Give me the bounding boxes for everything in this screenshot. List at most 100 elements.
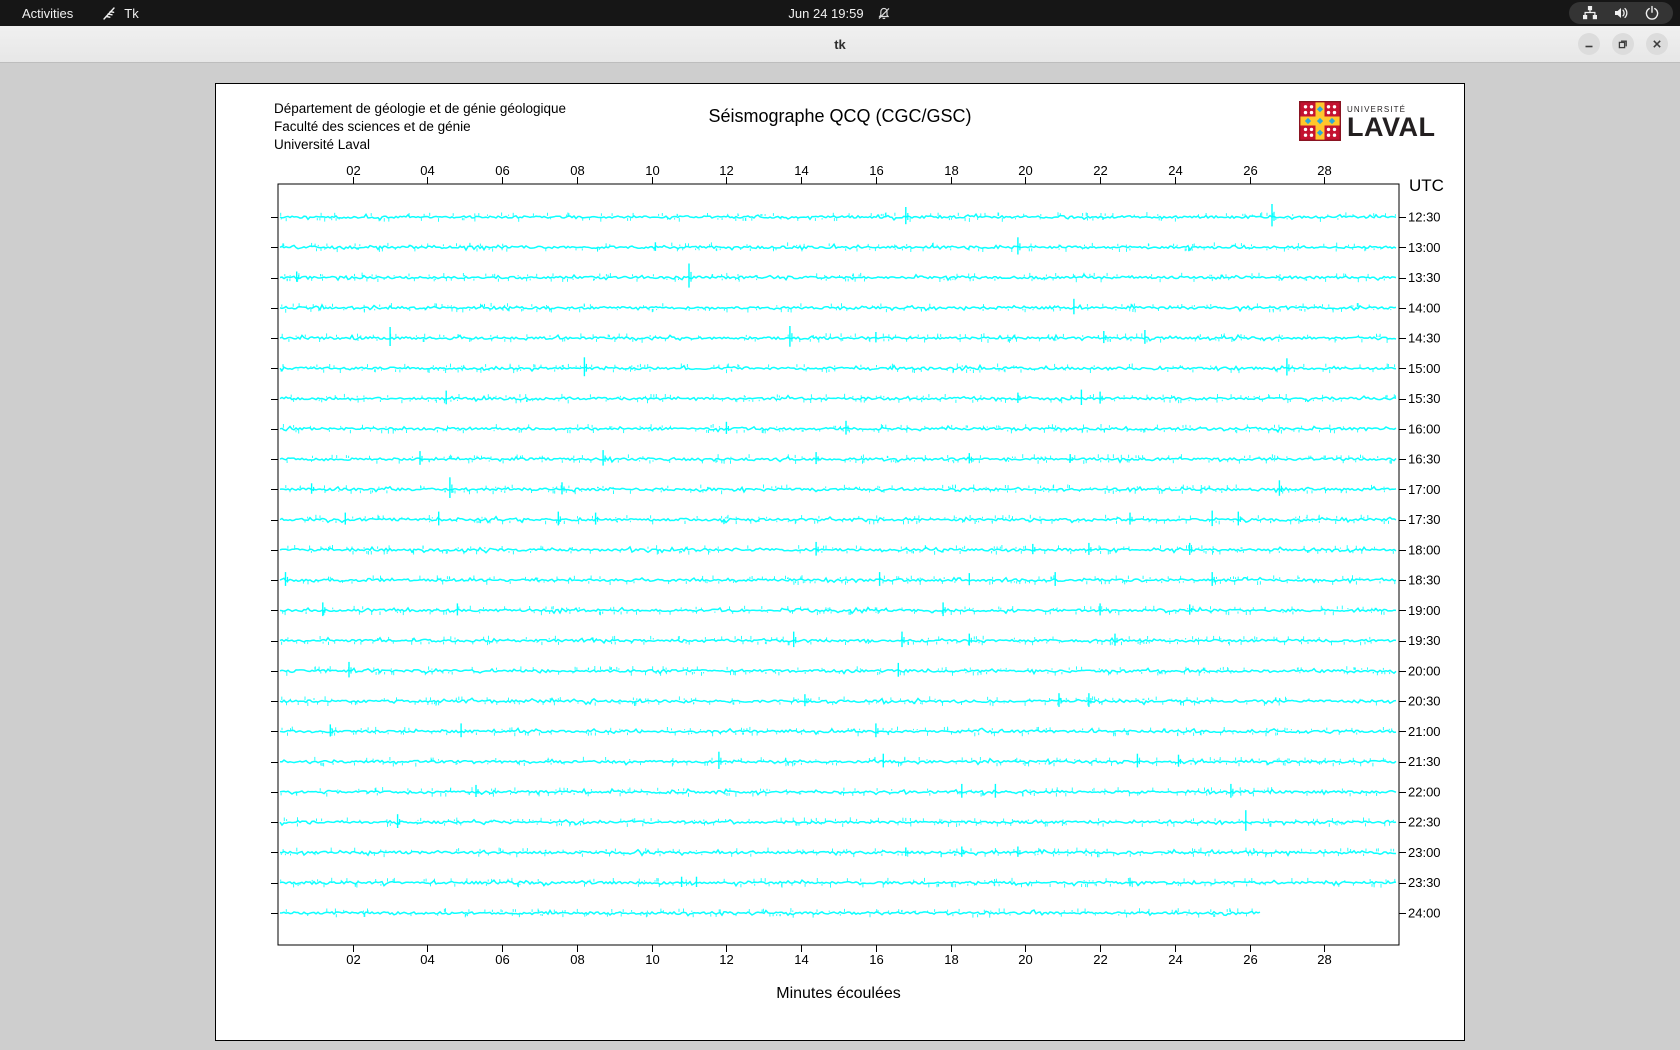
x-tick-label-bottom: 14: [794, 952, 808, 967]
x-tick-label-top: 26: [1243, 163, 1257, 178]
notifications-off-icon: [877, 6, 892, 21]
app-menu[interactable]: Tk: [101, 5, 139, 21]
utc-time-label: 22:00: [1408, 784, 1441, 799]
gnome-top-bar: Activities Tk Jun 24 19:59: [0, 0, 1680, 26]
x-tick-label-bottom: 20: [1018, 952, 1032, 967]
seismic-trace-row: [279, 450, 1397, 466]
utc-time-label: 18:30: [1408, 573, 1441, 588]
x-tick-label-top: 04: [420, 163, 434, 178]
seismic-trace-row: [279, 602, 1397, 617]
seismograph-canvas: Département de géologie et de génie géol…: [215, 83, 1465, 1041]
volume-icon: [1613, 5, 1629, 21]
utc-time-label: 20:30: [1408, 694, 1441, 709]
x-axis-title: Minutes écoulées: [776, 985, 901, 1002]
app-menu-label: Tk: [124, 5, 139, 21]
seismic-trace-row: [279, 420, 1397, 435]
seismic-trace-row: [279, 263, 1397, 288]
maximize-button[interactable]: [1612, 33, 1634, 55]
utc-time-label: 15:00: [1408, 361, 1441, 376]
x-tick-label-bottom: 26: [1243, 952, 1257, 967]
seismic-trace-row: [279, 631, 1397, 648]
seismic-trace-row: [279, 572, 1397, 586]
x-tick-label-top: 10: [645, 163, 659, 178]
seismic-trace-row: [279, 541, 1397, 556]
x-tick-label-bottom: 08: [570, 952, 584, 967]
x-tick-label-bottom: 06: [495, 952, 509, 967]
seismic-trace-row: [279, 326, 1397, 347]
seismograph-plot: 02 02 04 04 06 06 08 08 10 10 12 12 14 14 16 16 18 18 20 20…: [271, 163, 1444, 1002]
seismic-trace-row: [279, 751, 1397, 769]
x-tick-label-bottom: 16: [869, 952, 883, 967]
utc-time-label: 16:30: [1408, 452, 1441, 467]
utc-time-label: 13:00: [1408, 240, 1441, 255]
seismic-trace-row: [279, 204, 1397, 227]
x-tick-label-top: 16: [869, 163, 883, 178]
utc-time-label: 19:00: [1408, 603, 1441, 618]
x-tick-label-bottom: 10: [645, 952, 659, 967]
close-button[interactable]: [1646, 33, 1668, 55]
seismic-trace-row: [279, 783, 1397, 798]
seismic-trace-row: [279, 298, 1397, 315]
x-tick-label-bottom: 02: [346, 952, 360, 967]
x-tick-label-bottom: 28: [1317, 952, 1331, 967]
seismic-trace-row: [279, 389, 1397, 405]
x-tick-label-top: 02: [346, 163, 360, 178]
window-title: tk: [834, 36, 846, 52]
seismic-trace-row: [279, 510, 1397, 527]
seismic-trace-row: [279, 357, 1397, 377]
x-tick-label-top: 12: [719, 163, 733, 178]
utc-time-label: 21:30: [1408, 754, 1441, 769]
desktop: Activities Tk Jun 24 19:59 tk Départemen…: [0, 0, 1680, 1050]
seismic-trace-row: [279, 846, 1396, 858]
seismic-trace-row: [279, 723, 1397, 738]
power-icon: [1644, 5, 1660, 21]
seismic-trace-row: [279, 477, 1397, 498]
clock-menu[interactable]: Jun 24 19:59: [788, 0, 891, 26]
utc-time-label: 23:30: [1408, 875, 1441, 890]
tk-feather-icon: [101, 5, 117, 21]
utc-time-label: 19:30: [1408, 633, 1441, 648]
utc-time-label: 21:00: [1408, 724, 1441, 739]
utc-time-label: 15:30: [1408, 391, 1441, 406]
utc-time-label: 12:30: [1408, 210, 1441, 225]
x-tick-label-bottom: 22: [1093, 952, 1107, 967]
utc-time-label: 18:00: [1408, 542, 1441, 557]
x-tick-label-bottom: 12: [719, 952, 733, 967]
seismic-trace-row: [279, 810, 1397, 831]
utc-time-label: 16:00: [1408, 421, 1441, 436]
x-tick-label-bottom: 24: [1168, 952, 1182, 967]
window-titlebar: tk: [0, 26, 1680, 63]
utc-time-label: 14:30: [1408, 331, 1441, 346]
utc-time-label: 20:00: [1408, 663, 1441, 678]
utc-axis-label: UTC: [1409, 176, 1444, 195]
x-tick-label-top: 28: [1317, 163, 1331, 178]
seismic-trace-row: [279, 237, 1397, 255]
utc-time-label: 17:30: [1408, 512, 1441, 527]
system-status-menu[interactable]: [1569, 2, 1673, 24]
seismic-trace-row: [279, 693, 1397, 707]
utc-time-label: 14:00: [1408, 300, 1441, 315]
utc-time-label: 22:30: [1408, 815, 1441, 830]
minimize-button[interactable]: [1578, 33, 1600, 55]
plot-axes: [271, 177, 1406, 952]
x-tick-label-top: 22: [1093, 163, 1107, 178]
x-tick-label-top: 14: [794, 163, 808, 178]
seismic-trace-row: [279, 876, 1397, 888]
activities-button[interactable]: Activities: [16, 5, 79, 22]
x-tick-label-top: 06: [495, 163, 509, 178]
network-wired-icon: [1582, 5, 1598, 21]
x-tick-label-bottom: 18: [944, 952, 958, 967]
seismic-trace-row: [279, 661, 1397, 678]
x-tick-label-bottom: 04: [420, 952, 434, 967]
x-tick-label-top: 08: [570, 163, 584, 178]
utc-time-label: 13:30: [1408, 270, 1441, 285]
utc-time-label: 23:00: [1408, 845, 1441, 860]
x-tick-label-top: 24: [1168, 163, 1182, 178]
clock-label: Jun 24 19:59: [788, 5, 864, 21]
x-tick-label-top: 18: [944, 163, 958, 178]
utc-time-label: 24:00: [1408, 905, 1441, 920]
utc-time-label: 17:00: [1408, 482, 1441, 497]
seismic-trace-row: [279, 908, 1261, 918]
window-content: Département de géologie et de génie géol…: [0, 63, 1680, 1050]
x-tick-label-top: 20: [1018, 163, 1032, 178]
